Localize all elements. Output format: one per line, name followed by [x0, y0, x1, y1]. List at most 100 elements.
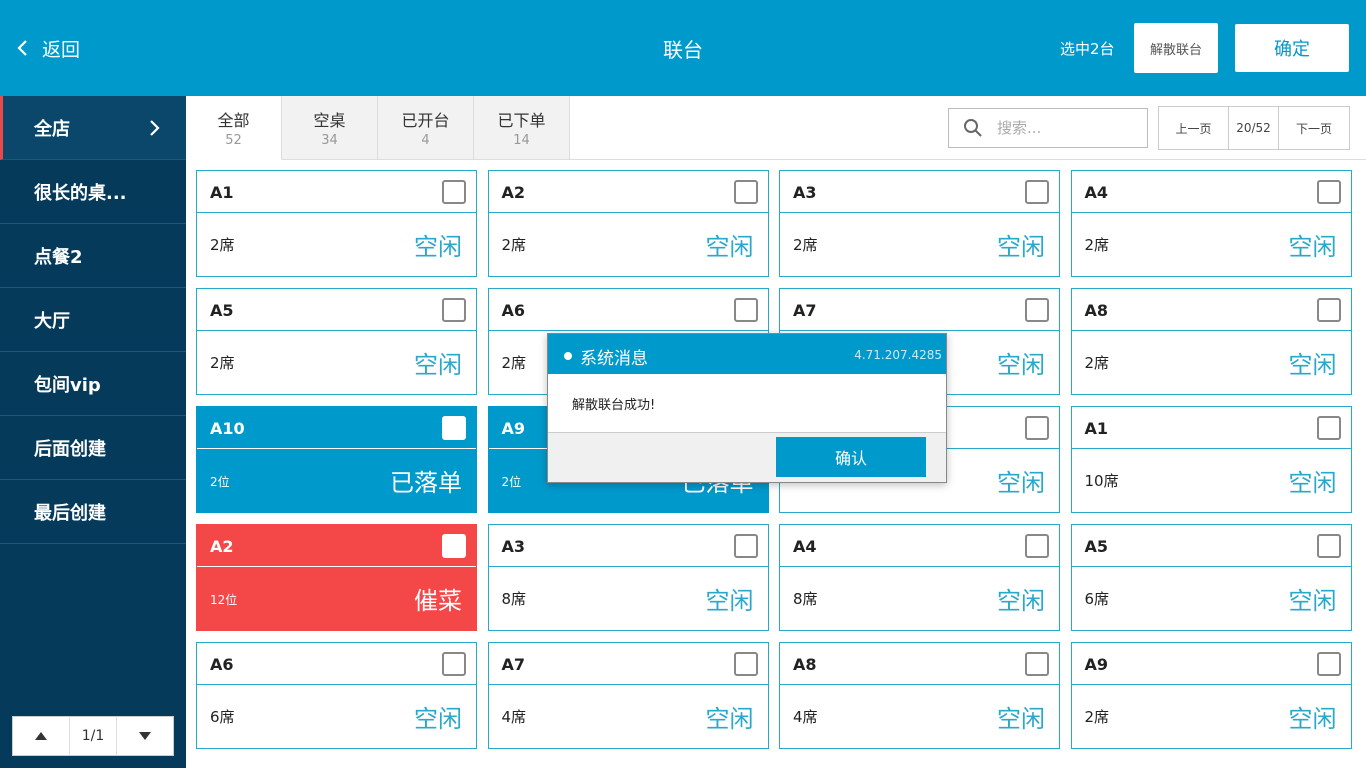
- table-card[interactable]: A5 2席 空闲: [196, 288, 477, 395]
- search-icon: [964, 119, 982, 137]
- table-checkbox[interactable]: [1025, 416, 1049, 440]
- table-card[interactable]: A2 12位 催菜: [196, 524, 477, 631]
- table-seats: 2席: [1084, 236, 1110, 254]
- chevron-right-icon: [150, 120, 160, 136]
- table-card[interactable]: A5 6席 空闲: [1070, 524, 1352, 631]
- next-page-button[interactable]: 下一页: [1279, 107, 1349, 149]
- back-label: 返回: [42, 38, 81, 61]
- table-card[interactable]: A3 8席 空闲: [487, 524, 769, 631]
- sidebar-item-label: 后面创建: [34, 438, 106, 460]
- table-checkbox[interactable]: [442, 416, 466, 440]
- sidebar: 全店 很长的桌... 点餐2 大厅 包间vip 后面创建 最后创建 1/1: [0, 96, 186, 768]
- table-checkbox[interactable]: [1025, 298, 1049, 322]
- table-name: A1: [210, 183, 234, 202]
- table-checkbox[interactable]: [1316, 416, 1341, 440]
- table-card-header: A8: [780, 643, 1059, 685]
- table-card[interactable]: A8 4席 空闲: [779, 642, 1060, 749]
- table-checkbox[interactable]: [442, 534, 466, 558]
- tab-empty[interactable]: 空桌 34: [282, 96, 378, 160]
- dot-icon: [564, 352, 572, 360]
- tab-count: 34: [321, 133, 338, 148]
- sidebar-item-vip-room[interactable]: 包间vip: [0, 352, 186, 416]
- table-checkbox[interactable]: [1025, 180, 1049, 204]
- dissolve-merge-button[interactable]: 解散联台: [1134, 23, 1218, 73]
- table-card-header: A8: [1071, 289, 1351, 331]
- table-checkbox[interactable]: [733, 298, 758, 322]
- table-checkbox[interactable]: [1316, 180, 1341, 204]
- table-card-header: A10: [197, 407, 476, 449]
- table-card[interactable]: A4 8席 空闲: [779, 524, 1060, 631]
- table-checkbox[interactable]: [442, 652, 466, 676]
- tab-count: 4: [421, 133, 430, 148]
- table-status: 已落单: [390, 469, 462, 497]
- sidebar-item-label: 最后创建: [34, 502, 106, 524]
- table-card[interactable]: A1 10席 空闲: [1070, 406, 1352, 513]
- table-checkbox[interactable]: [1025, 652, 1049, 676]
- table-status: 空闲: [414, 233, 462, 261]
- table-checkbox[interactable]: [733, 180, 758, 204]
- table-seats: 4席: [501, 708, 527, 726]
- prev-page-button[interactable]: 上一页: [1159, 107, 1229, 149]
- table-checkbox[interactable]: [1316, 534, 1341, 558]
- sidebar-item-later-created[interactable]: 后面创建: [0, 416, 186, 480]
- table-status: 空闲: [705, 587, 754, 615]
- sidebar-item-all-store[interactable]: 全店: [0, 96, 186, 160]
- table-card[interactable]: A7 4席 空闲: [487, 642, 769, 749]
- table-seats: 2席: [793, 236, 818, 254]
- table-checkbox[interactable]: [1025, 534, 1049, 558]
- sidebar-page-down-button[interactable]: [117, 717, 173, 755]
- table-name: A9: [501, 419, 526, 438]
- table-seats: 2位: [501, 475, 522, 489]
- tab-all[interactable]: 全部 52: [186, 96, 282, 160]
- table-card[interactable]: A6 6席 空闲: [196, 642, 477, 749]
- table-seats: 2席: [210, 354, 235, 372]
- table-card[interactable]: A3 2席 空闲: [779, 170, 1060, 277]
- table-card[interactable]: A8 2席 空闲: [1070, 288, 1352, 395]
- dialog-footer: 确认: [548, 432, 946, 482]
- sidebar-item-label: 点餐2: [34, 246, 83, 268]
- sidebar-item-long-table[interactable]: 很长的桌...: [0, 160, 186, 224]
- table-checkbox[interactable]: [1316, 652, 1341, 676]
- table-card[interactable]: A2 2席 空闲: [487, 170, 769, 277]
- table-seats: 2席: [501, 354, 527, 372]
- table-name: A5: [210, 301, 234, 320]
- table-status: 空闲: [705, 705, 754, 733]
- table-checkbox[interactable]: [442, 180, 466, 204]
- search-box: [948, 108, 1148, 148]
- table-card-header: A4: [780, 525, 1059, 567]
- table-seats: 4席: [793, 708, 818, 726]
- sidebar-item-hall[interactable]: 大厅: [0, 288, 186, 352]
- tab-opened[interactable]: 已开台 4: [378, 96, 474, 160]
- table-card[interactable]: A1 2席 空闲: [196, 170, 477, 277]
- sidebar-page-up-button[interactable]: [13, 717, 69, 755]
- table-seats: 2席: [1084, 708, 1110, 726]
- table-card[interactable]: A4 2席 空闲: [1070, 170, 1352, 277]
- table-card-header: A6: [488, 289, 768, 331]
- tab-ordered[interactable]: 已下单 14: [474, 96, 570, 160]
- table-card-header: A3: [488, 525, 768, 567]
- table-name: A3: [501, 537, 526, 556]
- table-checkbox[interactable]: [733, 652, 758, 676]
- table-checkbox[interactable]: [1316, 298, 1341, 322]
- search-input[interactable]: [997, 119, 1137, 137]
- sidebar-item-last-created[interactable]: 最后创建: [0, 480, 186, 544]
- triangle-down-icon: [139, 732, 151, 740]
- table-status: 空闲: [997, 233, 1045, 261]
- back-button[interactable]: 返回: [14, 30, 80, 66]
- dialog-ok-button[interactable]: 确认: [776, 437, 926, 477]
- table-card[interactable]: A10 2位 已落单: [196, 406, 477, 513]
- table-name: A8: [793, 655, 817, 674]
- table-checkbox[interactable]: [733, 534, 758, 558]
- tab-label: 已开台: [401, 111, 450, 130]
- table-status: 空闲: [1288, 469, 1337, 497]
- table-checkbox[interactable]: [442, 298, 466, 322]
- page-indicator: 20/52: [1229, 107, 1279, 149]
- version-text: 4.71.207.4285: [854, 348, 942, 362]
- table-card[interactable]: A9 2席 空闲: [1070, 642, 1352, 749]
- table-name: A7: [501, 655, 526, 674]
- sidebar-pager: 1/1: [12, 716, 174, 756]
- table-seats: 2席: [501, 236, 527, 254]
- confirm-button[interactable]: 确定: [1235, 24, 1349, 72]
- sidebar-item-order2[interactable]: 点餐2: [0, 224, 186, 288]
- table-seats: 2位: [210, 475, 230, 489]
